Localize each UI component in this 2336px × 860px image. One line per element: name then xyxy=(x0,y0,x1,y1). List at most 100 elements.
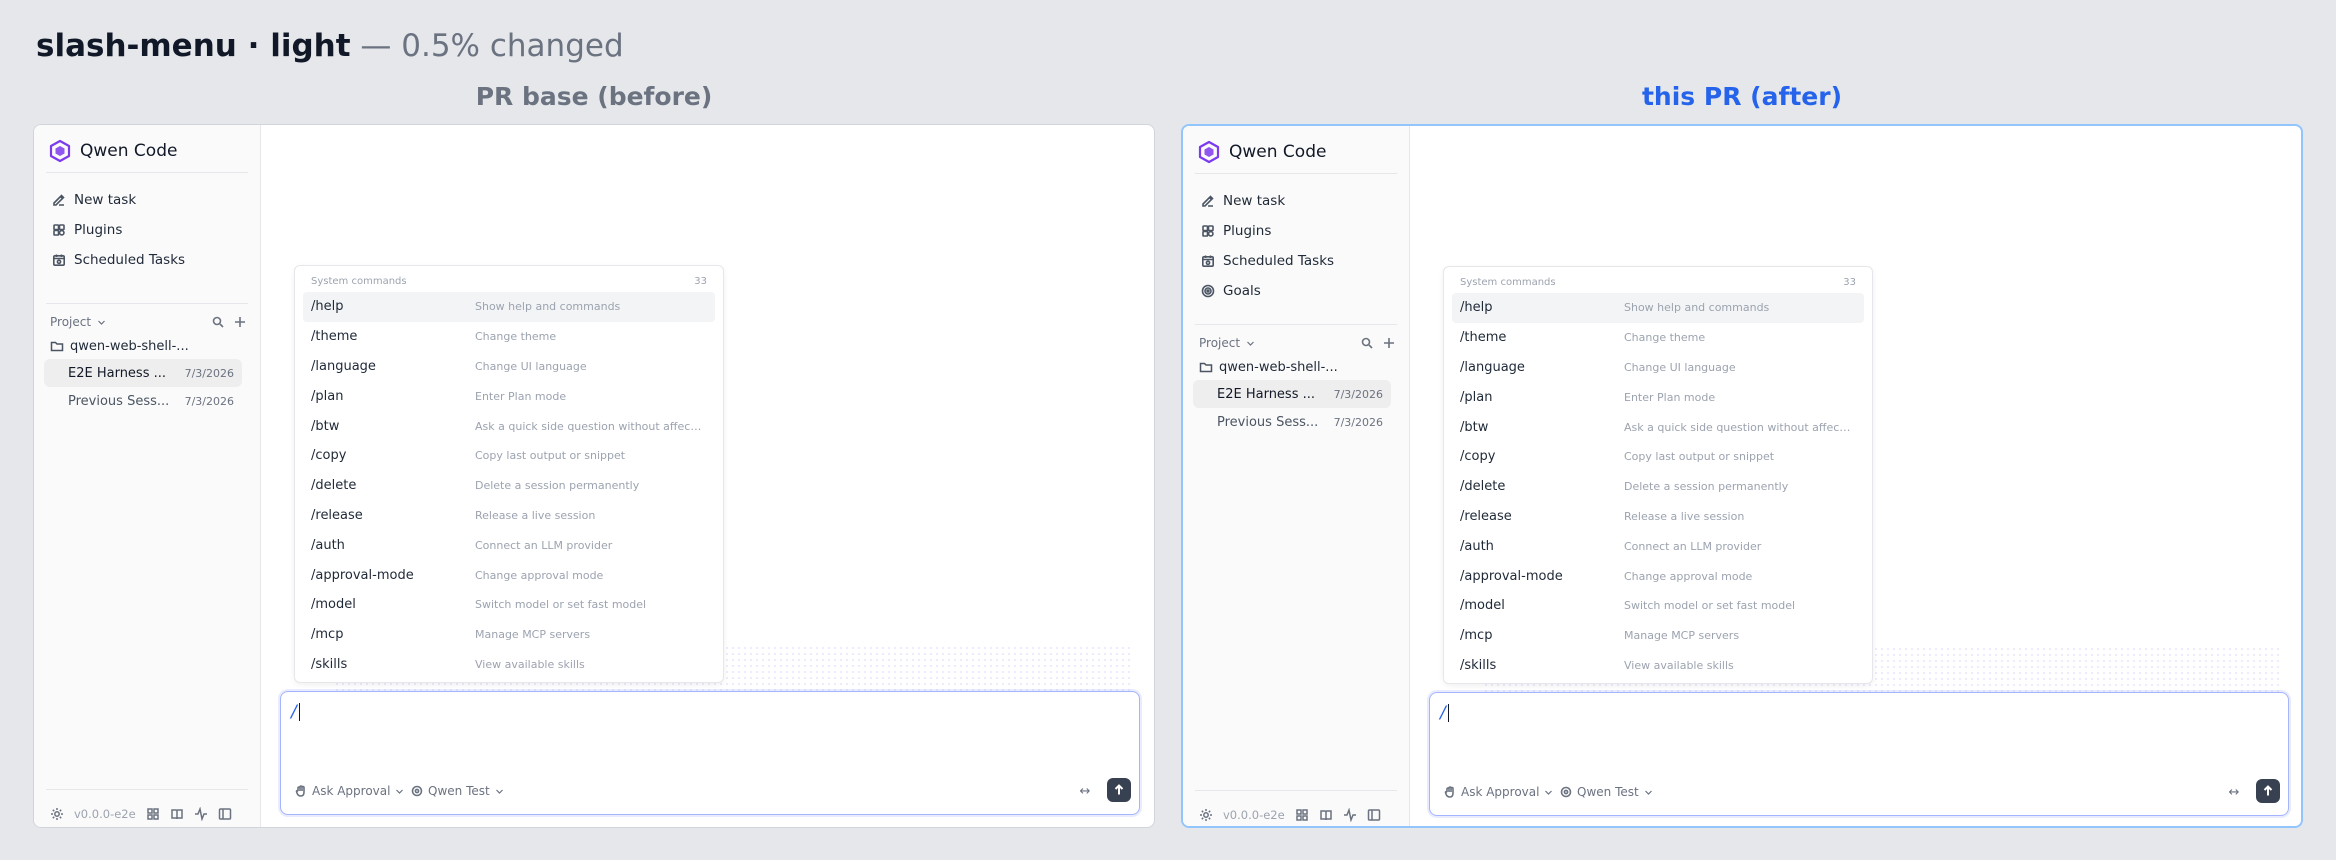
command-item[interactable]: /plan Enter Plan mode xyxy=(1452,382,1864,412)
command-item[interactable]: /copy Copy last output or snippet xyxy=(303,441,715,471)
nav-item-scheduled-tasks[interactable]: Scheduled Tasks xyxy=(1195,246,1398,276)
command-item[interactable]: /delete Delete a session permanently xyxy=(1452,472,1864,502)
project-folder[interactable]: qwen-web-shell-... xyxy=(50,333,248,359)
search-icon[interactable] xyxy=(1361,337,1373,349)
composer: / Ask Approval Qwen Test ↔ xyxy=(280,691,1140,815)
sidebar-toggle-icon[interactable] xyxy=(218,807,232,821)
version-label: v0.0.0-e2e xyxy=(1223,808,1285,822)
sidebar-toggle-icon[interactable] xyxy=(1367,808,1381,822)
command-description: Change UI language xyxy=(1624,360,1736,374)
command-item[interactable]: /approval-mode Change approval mode xyxy=(303,560,715,590)
folder-icon xyxy=(1199,362,1213,373)
nav-item-label: Plugins xyxy=(74,222,123,238)
command-item[interactable]: /release Release a live session xyxy=(303,501,715,531)
model-selector[interactable]: Qwen Test xyxy=(411,780,504,802)
send-button[interactable] xyxy=(2256,779,2280,803)
send-button[interactable] xyxy=(1107,778,1131,802)
command-item[interactable]: /mcp Manage MCP servers xyxy=(303,620,715,650)
command-name: /plan xyxy=(1460,389,1493,405)
chevron-down-icon[interactable] xyxy=(1246,339,1255,348)
command-description: Show help and commands xyxy=(475,300,621,314)
command-item[interactable]: /theme Change theme xyxy=(1452,323,1864,353)
nav-item-new-task[interactable]: New task xyxy=(46,185,249,215)
plus-icon[interactable] xyxy=(1383,337,1395,349)
slash-command-menu: System commands 33 /help Show help and co… xyxy=(294,265,724,683)
expand-icon[interactable]: ↔ xyxy=(2224,781,2244,803)
command-item[interactable]: /skills View available skills xyxy=(303,650,715,680)
activity-icon[interactable] xyxy=(194,807,208,821)
command-item[interactable]: /skills View available skills xyxy=(1452,651,1864,681)
command-description: Ask a quick side question without affect… xyxy=(1624,420,1864,434)
nav-item-new-task[interactable]: New task xyxy=(1195,186,1398,216)
approval-mode-selector[interactable]: Ask Approval xyxy=(295,780,404,802)
command-item[interactable]: /approval-mode Change approval mode xyxy=(1452,561,1864,591)
command-name: /btw xyxy=(311,418,340,434)
command-item[interactable]: /release Release a live session xyxy=(1452,502,1864,532)
command-item[interactable]: /language Change UI language xyxy=(1452,353,1864,383)
prompt-input[interactable]: / xyxy=(1440,703,1449,723)
approval-mode-selector[interactable]: Ask Approval xyxy=(1444,781,1553,803)
session-name: Previous Sess... xyxy=(68,393,170,409)
command-item[interactable]: /help Show help and commands xyxy=(303,292,715,322)
gear-icon[interactable] xyxy=(1199,808,1213,822)
menu-header: System commands 33 xyxy=(1460,277,1856,288)
session-item[interactable]: E2E Harness ... 7/3/2026 xyxy=(1193,380,1391,408)
command-item[interactable]: /plan Enter Plan mode xyxy=(303,381,715,411)
chevron-down-icon xyxy=(1644,790,1652,795)
expand-icon[interactable]: ↔ xyxy=(1075,780,1095,802)
session-item[interactable]: E2E Harness ... 7/3/2026 xyxy=(44,359,242,387)
model-selector[interactable]: Qwen Test xyxy=(1560,781,1653,803)
nav-item-plugins[interactable]: Plugins xyxy=(1195,216,1398,246)
book-icon[interactable] xyxy=(1319,808,1333,822)
command-description: Copy last output or snippet xyxy=(475,449,626,463)
sidebar-nav: New task Plugins Scheduled Tasks Goals xyxy=(1195,186,1398,306)
session-item[interactable]: Previous Sess... 7/3/2026 xyxy=(1193,408,1391,436)
project-folder[interactable]: qwen-web-shell-... xyxy=(1199,354,1397,380)
command-item[interactable]: /btw Ask a quick side question without af… xyxy=(1452,412,1864,442)
search-icon[interactable] xyxy=(212,316,224,328)
command-description: Connect an LLM provider xyxy=(1624,539,1762,553)
command-item[interactable]: /btw Ask a quick side question without af… xyxy=(303,411,715,441)
command-item[interactable]: /model Switch model or set fast model xyxy=(1452,591,1864,621)
nav-item-plugins[interactable]: Plugins xyxy=(46,215,249,245)
command-description: Enter Plan mode xyxy=(475,389,567,403)
command-description: Switch model or set fast model xyxy=(475,598,647,612)
command-item[interactable]: /delete Delete a session permanently xyxy=(303,471,715,501)
project-folder-name: qwen-web-shell-... xyxy=(1219,359,1338,375)
slash-command-menu: System commands 33 /help Show help and co… xyxy=(1443,266,1873,684)
session-item[interactable]: Previous Sess... 7/3/2026 xyxy=(44,387,242,415)
session-date: 7/3/2026 xyxy=(184,394,234,408)
chevron-down-icon[interactable] xyxy=(97,318,106,327)
gear-icon[interactable] xyxy=(50,807,64,821)
calendar-icon xyxy=(1201,255,1214,267)
activity-icon[interactable] xyxy=(1343,808,1357,822)
edit-icon xyxy=(53,194,65,206)
edit-icon xyxy=(1202,195,1214,207)
command-item[interactable]: /theme Change theme xyxy=(303,322,715,352)
command-name: /release xyxy=(311,507,363,523)
nav-item-scheduled-tasks[interactable]: Scheduled Tasks xyxy=(46,245,249,275)
command-item[interactable]: /mcp Manage MCP servers xyxy=(1452,621,1864,651)
project-label: Project xyxy=(1199,336,1241,350)
project-header: Project xyxy=(50,311,246,333)
grid-icon[interactable] xyxy=(146,807,160,821)
command-description: Release a live session xyxy=(475,508,596,522)
command-name: /model xyxy=(1460,598,1505,614)
book-icon[interactable] xyxy=(170,807,184,821)
prompt-input[interactable]: / xyxy=(291,702,300,722)
menu-section-label: System commands xyxy=(1460,277,1556,288)
command-item[interactable]: /model Switch model or set fast model xyxy=(303,590,715,620)
command-name: /mcp xyxy=(311,627,344,643)
command-item[interactable]: /copy Copy last output or snippet xyxy=(1452,442,1864,472)
nav-item-goals[interactable]: Goals xyxy=(1195,276,1398,306)
command-item[interactable]: /help Show help and commands xyxy=(1452,293,1864,323)
grid-icon[interactable] xyxy=(1295,808,1309,822)
nav-item-label: New task xyxy=(74,192,137,208)
command-item[interactable]: /language Change UI language xyxy=(303,352,715,382)
command-description: Change UI language xyxy=(475,359,587,373)
plus-icon[interactable] xyxy=(234,316,246,328)
approval-mode-label: Ask Approval xyxy=(312,784,391,798)
command-item[interactable]: /auth Connect an LLM provider xyxy=(303,530,715,560)
command-description: Change approval mode xyxy=(1624,569,1753,583)
command-item[interactable]: /auth Connect an LLM provider xyxy=(1452,531,1864,561)
